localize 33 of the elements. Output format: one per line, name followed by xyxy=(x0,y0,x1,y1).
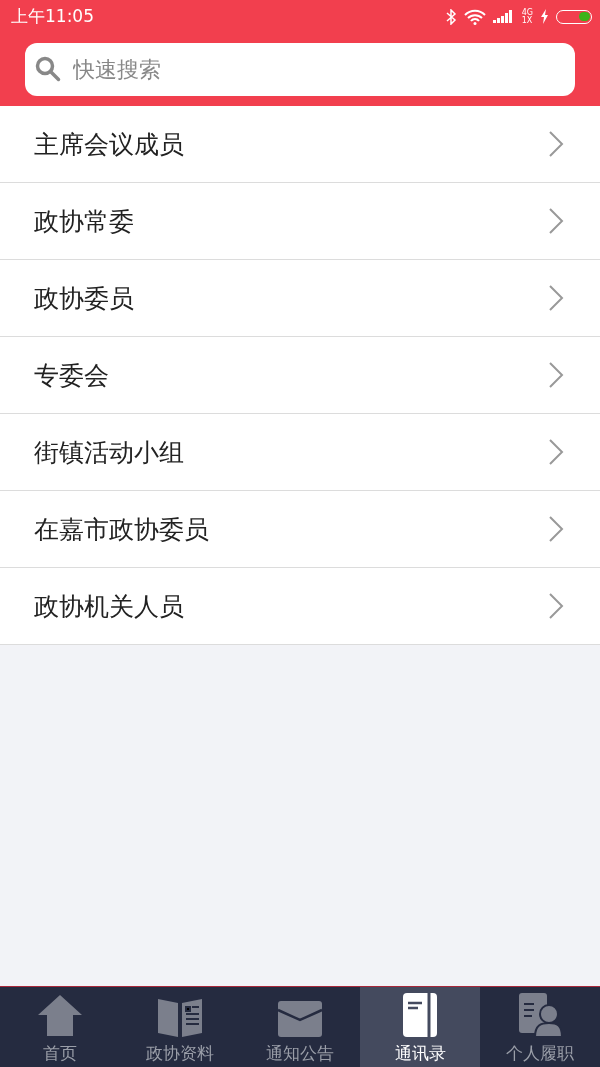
tab-item[interactable]: 首页 xyxy=(0,987,120,1067)
book-icon xyxy=(157,998,203,1038)
chevron-icon xyxy=(548,361,564,389)
list-item[interactable]: 专委会 xyxy=(0,337,600,414)
chevron-icon xyxy=(548,130,564,158)
list-item[interactable]: 街镇活动小组 xyxy=(0,414,600,491)
chevron-icon xyxy=(548,438,564,466)
chevron-icon xyxy=(548,207,564,235)
list-item[interactable]: 政协常委 xyxy=(0,183,600,260)
wifi-icon xyxy=(463,8,486,25)
tab-item[interactable]: 通讯录 xyxy=(360,987,480,1067)
chevron-icon xyxy=(548,592,564,620)
tab-item[interactable]: 政协资料 xyxy=(120,987,240,1067)
tab-item[interactable]: 通知公告 xyxy=(240,987,360,1067)
bluetooth-icon xyxy=(444,8,457,25)
status-time: 上午11:05 xyxy=(11,5,94,28)
chevron-icon xyxy=(548,515,564,543)
list-item[interactable]: 在嘉市政协委员 xyxy=(0,491,600,568)
list-item[interactable]: 政协机关人员 xyxy=(0,568,600,645)
chevron-icon xyxy=(548,284,564,312)
envelope-icon xyxy=(277,1000,323,1038)
search-icon xyxy=(35,56,61,82)
network-type: 4G xyxy=(521,8,533,17)
notebook-icon xyxy=(402,992,438,1038)
signal-icon xyxy=(492,9,515,24)
tab-item[interactable]: 个人履职 xyxy=(480,987,600,1067)
list-item[interactable]: 主席会议成员 xyxy=(0,106,600,183)
charging-icon xyxy=(540,9,549,24)
profile-icon xyxy=(518,992,562,1038)
search-field[interactable]: 快速搜索 xyxy=(25,43,575,96)
list-item[interactable]: 政协委员 xyxy=(0,260,600,337)
network-type: 1X xyxy=(521,16,533,25)
home-icon xyxy=(37,994,83,1038)
